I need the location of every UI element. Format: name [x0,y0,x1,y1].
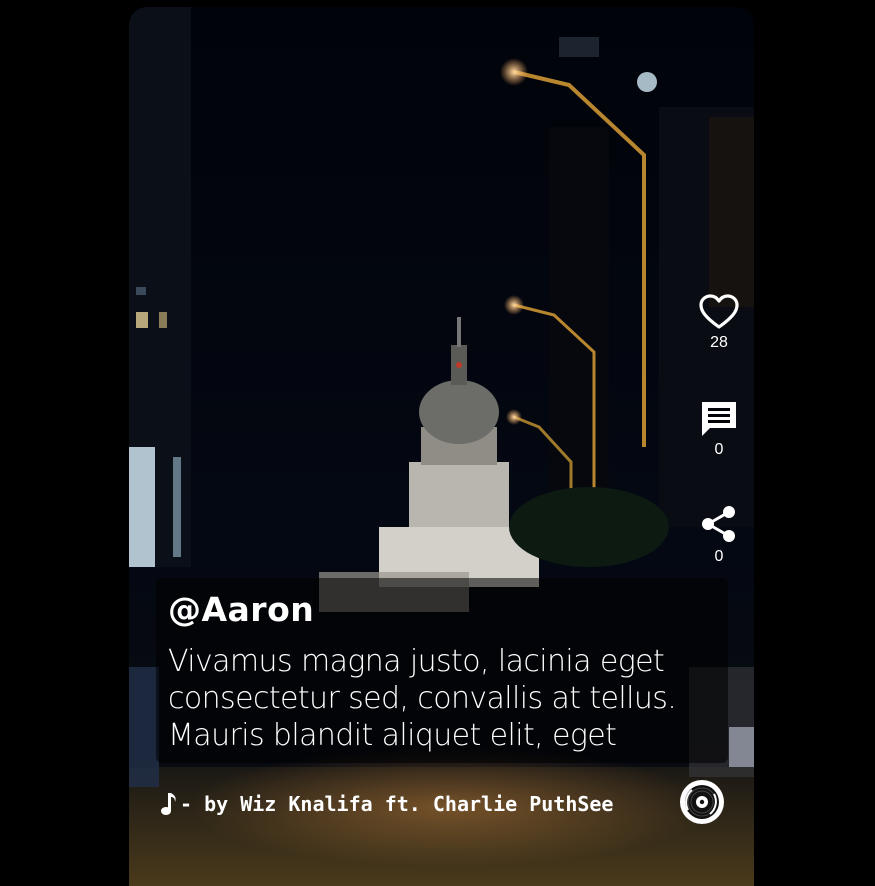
like-button[interactable]: 28 [697,294,741,352]
music-disc-button[interactable] [680,780,724,824]
share-count: 0 [714,548,724,565]
comment-count: 0 [714,441,724,458]
post-description: Vivamus magna justo, lacinia eget consec… [168,643,716,754]
music-note-icon [161,793,176,815]
caption-box: @Aaron Vivamus magna justo, lacinia eget… [156,578,728,763]
description-line: consectetur sed, convallis at tellus. [168,681,677,716]
like-count: 28 [710,334,728,351]
video-card[interactable]: 28 0 0 @Aaron Vivamus magna justo, lacin… [129,7,754,886]
heart-outline-icon [699,294,739,329]
share-button[interactable]: 0 [697,504,741,566]
comment-button[interactable]: 0 [697,399,741,459]
share-icon [702,506,735,542]
description-line: Vivamus magna justo, lacinia eget [168,644,665,679]
music-label: - by Wiz Knalifa ft. Charlie PuthSee [180,792,614,816]
comment-icon [702,402,736,436]
music-bar[interactable]: - by Wiz Knalifa ft. Charlie PuthSee [160,789,613,819]
vinyl-disc-icon [685,785,719,819]
description-line: Mauris blandit aliquet elit, eget [168,718,617,753]
username[interactable]: @Aaron [168,590,716,630]
